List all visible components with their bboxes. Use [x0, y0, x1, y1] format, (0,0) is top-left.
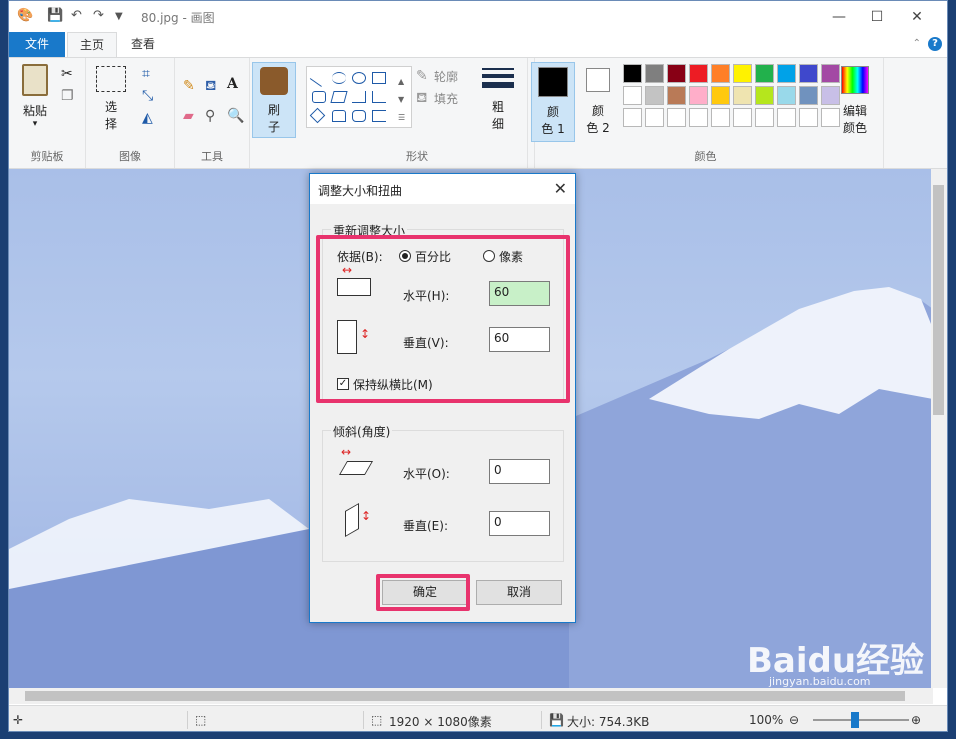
ribbon-tabs: 文件 主页 查看 ⌃ ? — [9, 32, 947, 57]
dialog-close-icon[interactable]: ✕ — [554, 179, 567, 198]
zoom-level: 100% — [749, 713, 784, 727]
color-picker-icon[interactable]: ⚲ — [205, 108, 215, 124]
brush-icon — [260, 67, 288, 95]
minimize-button[interactable]: — — [821, 4, 857, 30]
fill-button[interactable]: 填充 — [434, 90, 458, 107]
status-divider — [187, 711, 188, 729]
cursor-position-icon: ✛ — [13, 713, 24, 727]
zoom-out-icon[interactable]: ⊖ — [789, 713, 799, 727]
shapes-group-label: 形状 — [406, 150, 428, 163]
clipboard-group-label: 剪贴板 — [30, 150, 64, 163]
highlight-ok-button — [376, 574, 470, 611]
image-dimensions: 1920 × 1080像素 — [389, 715, 492, 729]
rounded-rectangle-icon[interactable] — [312, 91, 326, 103]
chevron-down-icon: ▾ — [32, 119, 38, 129]
brushes-button[interactable]: 刷 子 — [252, 62, 296, 138]
zoom-in-icon[interactable]: ⊕ — [911, 713, 921, 727]
status-bar: ✛ ⬚ ⬚ 1920 × 1080像素 💾 大小: 754.3KB 100% ⊖… — [9, 705, 947, 731]
colors-group-label: 颜色 — [694, 150, 717, 163]
select-button[interactable]: 选 择 — [94, 66, 128, 132]
skew-vertical-label: 垂直(E): — [403, 519, 448, 533]
window-title: 80.jpg - 画图 — [141, 11, 215, 25]
highlight-resize-box — [316, 235, 570, 403]
horizontal-scroll-thumb[interactable] — [25, 691, 905, 701]
pencil-icon[interactable]: ✎ — [183, 78, 195, 94]
image-group-label: 图像 — [119, 150, 141, 163]
select-rectangle-icon — [96, 66, 126, 92]
skew-arrow-icon: ↔ — [341, 445, 352, 459]
horizontal-skew-icon — [338, 461, 374, 475]
scroll-down-icon[interactable]: ▼ — [398, 92, 404, 108]
status-divider — [541, 711, 542, 729]
vertical-skew-icon — [345, 502, 359, 538]
help-icon[interactable]: ? — [928, 37, 942, 51]
dialog-title: 调整大小和扭曲 — [318, 184, 403, 198]
skew-horizontal-label: 水平(O): — [403, 467, 450, 481]
more-shapes-icon[interactable]: ☰ — [398, 110, 405, 126]
pentagon-shape-icon[interactable] — [332, 110, 346, 122]
dialog-title-bar: 调整大小和扭曲 ✕ — [310, 174, 575, 204]
vertical-scrollbar[interactable] — [931, 169, 947, 688]
tab-view[interactable]: 查看 — [119, 32, 167, 57]
colors-group: 颜色 — [527, 58, 884, 168]
tools-group: ✎ ⛾ A ▰ ⚲ 🔍 工具 — [175, 58, 250, 168]
text-tool-icon[interactable]: A — [227, 76, 238, 92]
rotate-icon[interactable]: ◭ — [142, 110, 153, 126]
maximize-button[interactable]: ☐ — [859, 4, 895, 30]
redo-icon[interactable]: ↷ — [93, 8, 104, 23]
crop-icon[interactable]: ⌗ — [142, 66, 150, 82]
ribbon: 粘贴 ▾ ✂ ❐ 剪贴板 选 择 ⌗ ⤡ ◭ 图像 ✎ ⛾ A ▰ ⚲ 🔍 工具… — [9, 57, 947, 169]
tab-home[interactable]: 主页 — [67, 32, 118, 57]
curve-shape-icon[interactable] — [332, 72, 346, 84]
skew-legend: 倾斜(角度) — [331, 423, 393, 440]
fill-bucket-icon[interactable]: ⛾ — [205, 78, 216, 94]
paste-icon — [22, 64, 48, 96]
hexagon-shape-icon[interactable] — [352, 110, 366, 122]
resize-icon[interactable]: ⤡ — [142, 88, 153, 104]
vertical-scroll-thumb[interactable] — [933, 185, 944, 415]
skew-section: 倾斜(角度) ↔ 水平(O): 0 ↕ 垂直(E): 0 — [322, 423, 564, 562]
customize-toolbar-icon[interactable]: ▼ — [115, 11, 123, 22]
eraser-icon[interactable]: ▰ — [183, 108, 194, 124]
oval-shape-icon[interactable] — [352, 72, 366, 84]
paste-button[interactable]: 粘贴 ▾ — [15, 64, 55, 129]
fill-icon: ⛾ — [416, 90, 428, 106]
magnifier-icon[interactable]: 🔍 — [227, 108, 244, 124]
paint-app-icon: 🎨 — [17, 8, 34, 23]
skew-vertical-arrow-icon: ↕ — [361, 509, 372, 523]
horizontal-scrollbar[interactable] — [9, 688, 933, 704]
watermark-url: jingyan.baidu.com — [769, 675, 871, 688]
line-width-icon — [482, 68, 514, 88]
file-size: 大小: 754.3KB — [567, 715, 650, 729]
tools-group-label: 工具 — [201, 150, 223, 163]
skew-vertical-input[interactable]: 0 — [489, 511, 550, 536]
clipboard-group: 粘贴 ▾ ✂ ❐ 剪贴板 — [9, 58, 86, 168]
selection-size-icon: ⬚ — [195, 713, 207, 727]
arrow-shape-icon[interactable] — [372, 110, 386, 122]
skew-horizontal-input[interactable]: 0 — [489, 459, 550, 484]
image-group: 选 择 ⌗ ⤡ ◭ 图像 — [86, 58, 175, 168]
zoom-slider-thumb[interactable] — [851, 712, 859, 728]
right-triangle-icon[interactable] — [372, 91, 386, 103]
tab-file[interactable]: 文件 — [9, 32, 65, 57]
outline-button[interactable]: 轮廓 — [434, 68, 458, 85]
scroll-up-icon[interactable]: ▲ — [398, 74, 404, 90]
size-button[interactable]: 粗 细 — [477, 66, 519, 132]
undo-icon[interactable]: ↶ — [71, 8, 82, 23]
cut-icon[interactable]: ✂ — [61, 66, 73, 82]
copy-icon[interactable]: ❐ — [61, 88, 74, 104]
status-divider — [363, 711, 364, 729]
image-dimensions-icon: ⬚ — [371, 713, 383, 727]
title-bar: 🎨 💾 ↶ ↷ ▼ 80.jpg - 画图 — ☐ ✕ — [9, 1, 947, 32]
close-button[interactable]: ✕ — [899, 4, 935, 30]
outline-icon: ✎ — [416, 68, 428, 84]
triangle-shape-icon[interactable] — [352, 91, 366, 103]
cancel-button[interactable]: 取消 — [476, 580, 562, 605]
save-icon[interactable]: 💾 — [47, 8, 63, 23]
rectangle-shape-icon[interactable] — [372, 72, 386, 84]
zoom-slider[interactable] — [813, 719, 909, 721]
collapse-ribbon-icon[interactable]: ⌃ — [913, 38, 921, 49]
file-size-icon: 💾 — [549, 713, 564, 727]
